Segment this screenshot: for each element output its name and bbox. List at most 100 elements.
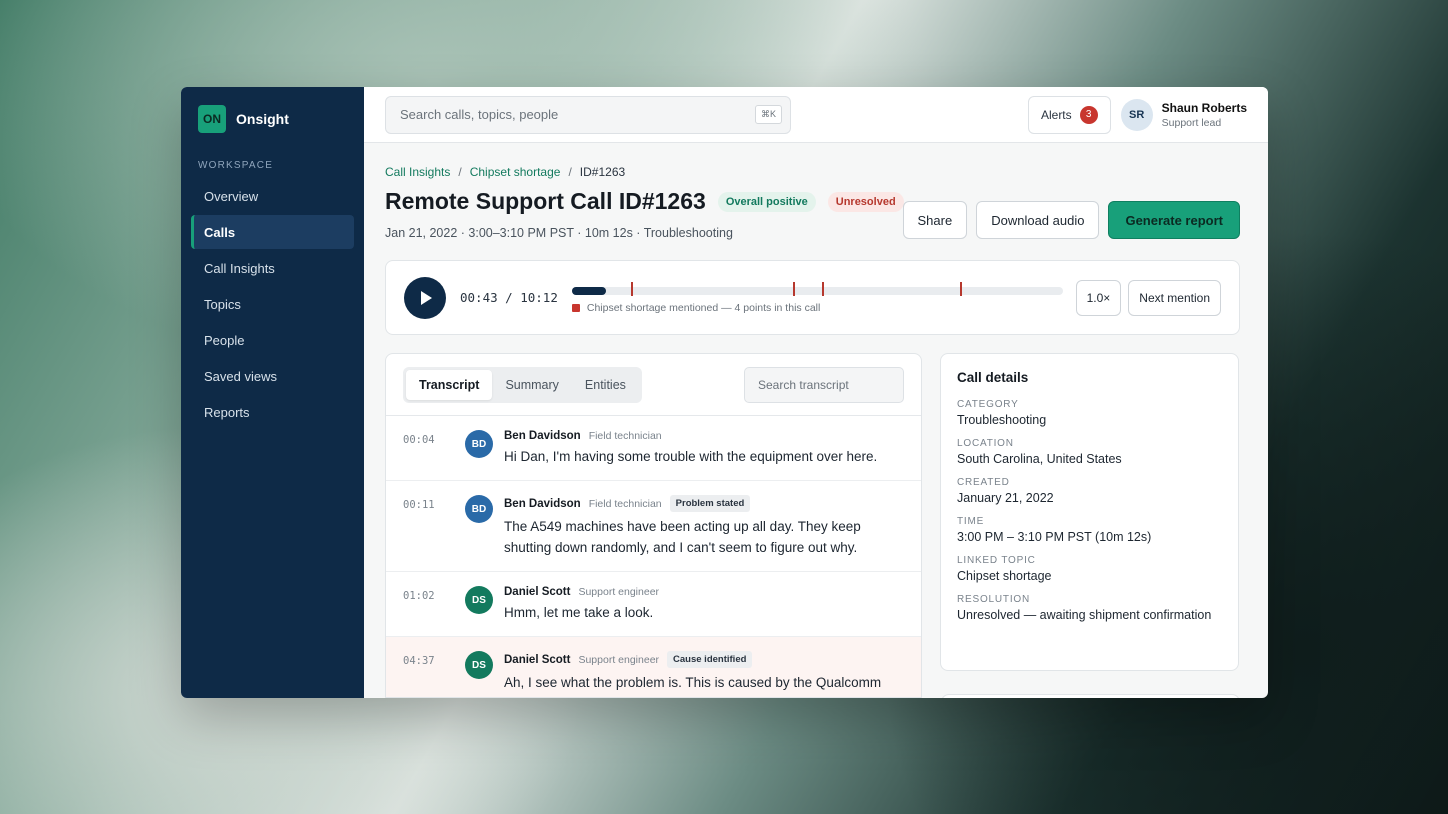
speaker-role: Support engineer [578,586,660,598]
detail-label-resolution: RESOLUTION [957,594,1031,605]
brand[interactable]: ON Onsight [191,105,354,133]
topbar: Search calls, topics, people ⌘K Alerts 3… [364,87,1268,143]
detail-label-linked-topic: LINKED TOPIC [957,555,1036,566]
sidebar-item-topics[interactable]: Topics [191,287,354,321]
mention-marker[interactable] [792,282,795,296]
page-title: Remote Support Call ID#1263 [385,188,706,214]
sidebar: ON Onsight WORKSPACE Overview Calls Call… [181,87,364,698]
playback-speed-button[interactable]: 1.0× [1075,279,1122,316]
mention-note: Chipset shortage mentioned — 4 points in… [571,302,1063,314]
sidebar-item-people[interactable]: People [191,323,354,357]
global-search-input[interactable]: Search calls, topics, people ⌘K [385,95,791,134]
transcript-entry[interactable]: 00:04 BD Ben Davidson Field technician H… [386,416,921,481]
alerts-label: Alerts [1040,107,1072,122]
tab-entities[interactable]: Entities [572,370,639,400]
speaker-role: Field technician [588,430,662,442]
entry-text: Hmm, let me take a look. [504,605,654,620]
detail-label-location: LOCATION [957,438,1014,449]
detail-value-time: 3:00 PM – 3:10 PM PST (10m 12s) [957,530,1152,544]
mention-note-text: Chipset shortage mentioned — 4 points in… [586,302,821,314]
detail-value-resolution: Unresolved — awaiting shipment confirmat… [957,608,1212,622]
detail-label-category: CATEGORY [957,399,1019,410]
tab-transcript[interactable]: Transcript [406,369,493,400]
transcript-entry-highlighted[interactable]: 04:37 DS Daniel Scott Support engineer C… [386,637,921,697]
transcript-panel: Transcript Summary Entities Search trans… [385,353,922,698]
status-badge: Unresolved [827,191,904,212]
entry-text: Hi Dan, I'm having some trouble with the… [504,449,878,464]
breadcrumb-call-insights[interactable]: Call Insights [385,165,450,179]
playback-time: 00:43 / 10:12 [460,290,558,305]
speaker-name: Ben Davidson [504,497,581,510]
avatar: SR [1120,98,1153,131]
speaker-avatar: DS [465,586,493,614]
transcript-header: Transcript Summary Entities Search trans… [386,354,921,416]
share-button[interactable]: Share [902,201,968,239]
user-menu[interactable]: SR Shaun Roberts Support lead [1120,98,1247,131]
speaker-name: Ben Davidson [504,430,581,442]
total-time: 10:12 [520,290,558,305]
current-time: 00:43 [460,290,498,305]
call-details-panel: Call details CATEGORY Troubleshooting LO… [940,353,1239,671]
transcript-entry[interactable]: 01:02 DS Daniel Scott Support engineer H… [386,572,921,637]
tab-summary[interactable]: Summary [492,370,571,400]
player-controls: 1.0× Next mention [1075,279,1221,316]
sidebar-item-reports[interactable]: Reports [191,395,354,429]
shortcut-hint: ⌘K [754,105,782,124]
entry-text: The A549 machines have been acting up al… [504,519,861,555]
mention-marker[interactable] [822,282,825,296]
alerts-button[interactable]: Alerts 3 [1027,95,1111,134]
speaker-role: Field technician [588,497,662,510]
app-name: Onsight [236,111,289,127]
speaker-name: Daniel Scott [504,586,571,598]
mention-marker[interactable] [630,282,633,296]
app-logo: ON [198,105,226,133]
download-audio-button[interactable]: Download audio [976,201,1100,239]
mention-marker[interactable] [959,282,962,296]
entry-timestamp[interactable]: 00:04 [403,430,465,467]
page-actions: Share Download audio Generate report [902,201,1240,239]
detail-value-location: South Carolina, United States [957,452,1122,466]
speaker-role: Support engineer [578,653,660,666]
entry-timestamp[interactable]: 00:11 [403,495,465,558]
breadcrumb: Call Insights / Chipset shortage / ID#12… [385,165,1240,179]
timeline: Chipset shortage mentioned — 4 points in… [571,282,1063,314]
audio-player: 00:43 / 10:12 Chipset shortage mentioned… [385,260,1240,335]
transcript-tabs: Transcript Summary Entities [403,366,642,403]
sidebar-item-overview[interactable]: Overview [191,179,354,213]
entry-text: Ah, I see what the problem is. This is c… [504,675,882,690]
mention-legend-icon [571,304,580,312]
entry-timestamp[interactable]: 04:37 [403,651,465,693]
user-role: Support lead [1161,116,1222,129]
topbar-right: Alerts 3 SR Shaun Roberts Support lead [1027,95,1247,134]
secondary-panel [941,694,1240,698]
entry-tag: Cause identified [667,651,753,668]
next-mention-button[interactable]: Next mention [1128,279,1221,316]
detail-label-time: TIME [957,516,985,527]
seek-bar[interactable] [571,282,1063,296]
page-content: Call Insights / Chipset shortage / ID#12… [364,143,1268,698]
play-button[interactable] [404,276,446,319]
breadcrumb-separator: / [458,165,462,179]
sidebar-item-calls[interactable]: Calls [191,215,354,249]
breadcrumb-current: ID#1263 [579,165,626,179]
transcript-search-input[interactable]: Search transcript [744,366,904,403]
details-title: Call details [957,370,1029,385]
breadcrumb-chipset-shortage[interactable]: Chipset shortage [470,165,561,179]
breadcrumb-separator: / [568,165,572,179]
sentiment-badge: Overall positive [717,191,816,212]
lower-panels: Transcript Summary Entities Search trans… [385,353,1240,698]
sidebar-section-label: WORKSPACE [198,160,274,171]
playback-progress [571,287,607,295]
sidebar-item-call-insights[interactable]: Call Insights [191,251,354,285]
transcript-entry[interactable]: 00:11 BD Ben Davidson Field technician P… [386,481,921,572]
detail-value-category: Troubleshooting [957,413,1047,427]
detail-value-linked-topic[interactable]: Chipset shortage [957,569,1222,583]
user-name: Shaun Roberts [1161,100,1247,115]
generate-report-button[interactable]: Generate report [1108,201,1240,239]
entry-timestamp[interactable]: 01:02 [403,586,465,623]
sidebar-item-saved-views[interactable]: Saved views [191,359,354,393]
play-icon [421,290,432,305]
detail-value-created: January 21, 2022 [957,491,1054,505]
speaker-name: Daniel Scott [504,653,571,666]
speaker-avatar: BD [465,495,493,523]
